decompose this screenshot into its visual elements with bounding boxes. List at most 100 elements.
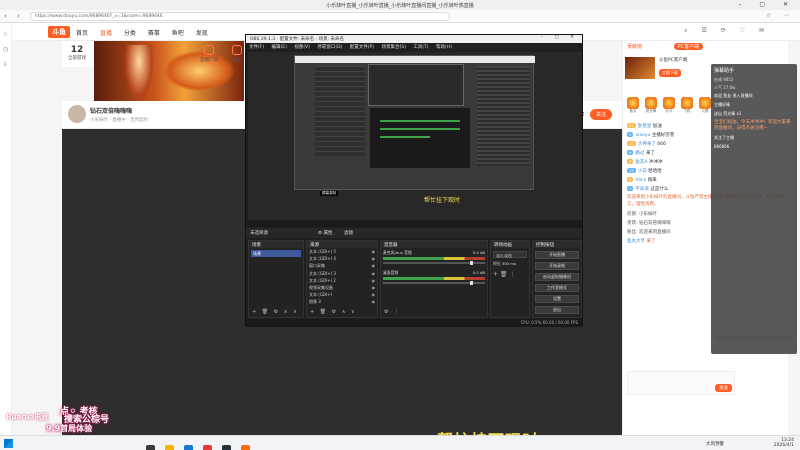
source-item: 文本 (GDI+) 3 ◉ bbox=[307, 270, 377, 277]
eye-icon: ◉ bbox=[371, 277, 376, 283]
level-badge: 9 bbox=[627, 177, 634, 182]
douyu-icon[interactable] bbox=[241, 445, 251, 450]
card-message: 666666 bbox=[714, 144, 730, 149]
card-stat: 在线 9852 bbox=[714, 77, 734, 82]
source-item: 窗口采集 ◉ bbox=[307, 262, 377, 269]
ad-title: 斗鱼PC客户端 bbox=[659, 58, 688, 63]
card-input-bar[interactable] bbox=[714, 336, 794, 341]
follow-button[interactable]: 关注 bbox=[589, 109, 612, 120]
obs-title-text: OBS 29.1.3 - 配置文件: 未命名 - 场景: 未命名 bbox=[250, 37, 345, 42]
chat-input[interactable]: 发送 bbox=[627, 371, 735, 395]
card-message: 主播好棒 bbox=[714, 102, 730, 107]
chat-user[interactable]: 大神来了 bbox=[638, 142, 656, 147]
nav-live[interactable]: 直播 bbox=[100, 30, 112, 37]
card-highlight: 宝宝们加油，今天冲冲冲！欢迎大家来到直播间，记得点关注哦~ bbox=[714, 120, 791, 131]
screen: 小乐妹叶直播_小乐妹叶直播_小乐妹叶直播间直播_小乐妹叶热直播 – ▢ ✕ ‹ … bbox=[0, 0, 800, 450]
nav-events[interactable]: 赛事 bbox=[148, 30, 160, 37]
level-badge: 7 bbox=[627, 186, 634, 191]
browser-tools-icon[interactable]: ☆ ⋯ bbox=[766, 12, 794, 19]
obs-icon[interactable] bbox=[222, 445, 232, 450]
chat-text: 刚来 bbox=[647, 178, 657, 183]
source-item: 文本 (GDI+) 4 ◉ bbox=[307, 255, 377, 262]
ad-download-button[interactable]: 立即下载 bbox=[659, 69, 681, 77]
category-all-games[interactable]: 12 全部游戏 bbox=[64, 45, 90, 61]
douyu-logo[interactable]: 斗鱼 bbox=[48, 26, 70, 38]
obs-menu-profile: 配置文件(P) bbox=[349, 45, 375, 50]
nested-meter bbox=[380, 120, 460, 122]
eye-icon: ◉ bbox=[371, 292, 376, 298]
explorer-icon[interactable] bbox=[165, 445, 175, 450]
level-badge: 12 bbox=[627, 123, 636, 128]
card-message: 欢迎 鱼友 进入直播间 bbox=[714, 93, 753, 98]
pc-client-badge[interactable]: PC客户端 bbox=[673, 43, 704, 50]
obs-menu-scenes: 场景集合(S) bbox=[381, 45, 406, 50]
category-row-right: 直播广场 鱼秀 bbox=[196, 41, 252, 67]
chat-user[interactable]: 路过 bbox=[635, 151, 644, 156]
app-red-icon[interactable] bbox=[203, 445, 213, 450]
header-icons[interactable]: ⌕ ☰ ⟳ ♡ ✉ bbox=[684, 27, 770, 35]
browser-titlebar: 小乐妹叶直播_小乐妹叶直播_小乐妹叶直播间直播_小乐妹叶热直播 – ▢ ✕ bbox=[0, 0, 800, 10]
exit-button: 退出 bbox=[535, 306, 579, 314]
chat-user[interactable]: xiaoyu bbox=[635, 133, 650, 138]
chat-user[interactable]: 小白 bbox=[638, 169, 647, 174]
chat-user[interactable]: Alice bbox=[635, 178, 646, 183]
filters-button: 滤镜 bbox=[344, 231, 353, 236]
source-label: 窗口采集 bbox=[309, 263, 325, 269]
mixer-db: 0.0 dB bbox=[472, 270, 485, 275]
mixer-dock-buttons: ⚙ ⋮ bbox=[384, 309, 402, 315]
taskview-icon[interactable] bbox=[146, 445, 155, 450]
duration-value: 300 ms bbox=[501, 261, 516, 266]
audio-mixer-dock: 混音器 麦克风/Aux 音频 0.0 dB 桌面音频 0.0 dB ⚙ ⋮ bbox=[380, 240, 488, 318]
chat-user[interactable]: 鱼友A bbox=[635, 160, 647, 165]
gift-label: 飞机 bbox=[683, 109, 691, 113]
level-badge: 3 bbox=[627, 159, 634, 164]
window-controls[interactable]: – ▢ ✕ bbox=[738, 1, 796, 8]
chat-user[interactable]: 不知道 bbox=[635, 187, 649, 192]
gift-icon bbox=[627, 97, 639, 109]
category-label: 鱼秀 bbox=[232, 58, 242, 63]
mixer-db: 0.0 dB bbox=[472, 250, 485, 255]
room-meta: 小乐妹叶 · 直播中 · 无畏契约 bbox=[90, 118, 149, 123]
rank-title[interactable]: 贡献榜 bbox=[627, 44, 642, 50]
chat-user[interactable]: 鱼丸大亨 bbox=[627, 239, 645, 244]
sidebar-history-icon[interactable]: ◷ bbox=[0, 46, 11, 53]
source-label: 文本 (GDI+) bbox=[309, 292, 333, 298]
gift-item[interactable]: 办卡 bbox=[661, 97, 677, 119]
gift-item[interactable]: 荧光棒 bbox=[643, 97, 659, 119]
obs-menu-file: 文件(F) bbox=[249, 45, 265, 50]
send-button[interactable]: 发送 bbox=[715, 384, 732, 392]
source-label: 文本 (GDI+) 3 bbox=[309, 270, 336, 276]
gift-item[interactable]: 飞机 bbox=[679, 97, 695, 119]
browser-icon[interactable] bbox=[184, 445, 194, 450]
browser-sidebar: ☆ ◷ ⇩ bbox=[0, 23, 12, 435]
mixer-row: 麦克风/Aux 音频 0.0 dB bbox=[383, 250, 485, 265]
nested-meter bbox=[380, 128, 460, 130]
gift-icon bbox=[699, 97, 711, 109]
chat-user[interactable]: 卧星星 bbox=[638, 124, 652, 129]
volume-fader bbox=[383, 281, 485, 285]
obs-canvas bbox=[294, 55, 535, 190]
nav-fishbar[interactable]: 鱼吧 bbox=[172, 30, 184, 37]
danmaku-assistant-card: 弹幕助手 在线 9852 人气 17.6w 欢迎 鱼友 进入直播间 主播好棒 送… bbox=[711, 64, 797, 354]
start-icon[interactable] bbox=[4, 439, 13, 448]
obs-menubar: 文件(F) 编辑(E) 视图(V) 停靠窗口(D) 配置文件(P) 场景集合(S… bbox=[246, 43, 582, 51]
url-field[interactable]: https://www.douyu.com/9689646?_v=1&room=… bbox=[30, 12, 450, 21]
category-count: 12 bbox=[70, 45, 84, 55]
sources-dock-title: 来源 bbox=[307, 241, 377, 248]
nav-discover[interactable]: 发现 bbox=[196, 30, 208, 37]
weather-widget[interactable]: 大风预警 bbox=[706, 441, 724, 447]
gift-item[interactable]: 鱼丸 bbox=[625, 97, 641, 119]
nav-category[interactable]: 分类 bbox=[124, 30, 136, 37]
transition-duration: 时长 300 ms bbox=[493, 261, 527, 268]
chat-text: 哈哈哈 bbox=[648, 169, 662, 174]
tab-title[interactable]: 小乐妹叶直播_小乐妹叶直播_小乐妹叶直播间直播_小乐妹叶热直播 bbox=[300, 2, 500, 9]
clock-date[interactable]: 2026/4/1 bbox=[774, 443, 794, 448]
nav-home[interactable]: 首页 bbox=[76, 30, 88, 37]
category-square[interactable]: 直播广场 bbox=[196, 45, 222, 63]
sidebar-download-icon[interactable]: ⇩ bbox=[0, 61, 11, 68]
streamer-avatar[interactable] bbox=[68, 105, 86, 123]
ad-thumbnail[interactable] bbox=[625, 57, 655, 79]
sidebar-star-icon[interactable]: ☆ bbox=[0, 31, 11, 38]
source-item: 文本 (GDI+) 5 ◉ bbox=[307, 248, 377, 255]
volume-fader bbox=[383, 261, 485, 265]
